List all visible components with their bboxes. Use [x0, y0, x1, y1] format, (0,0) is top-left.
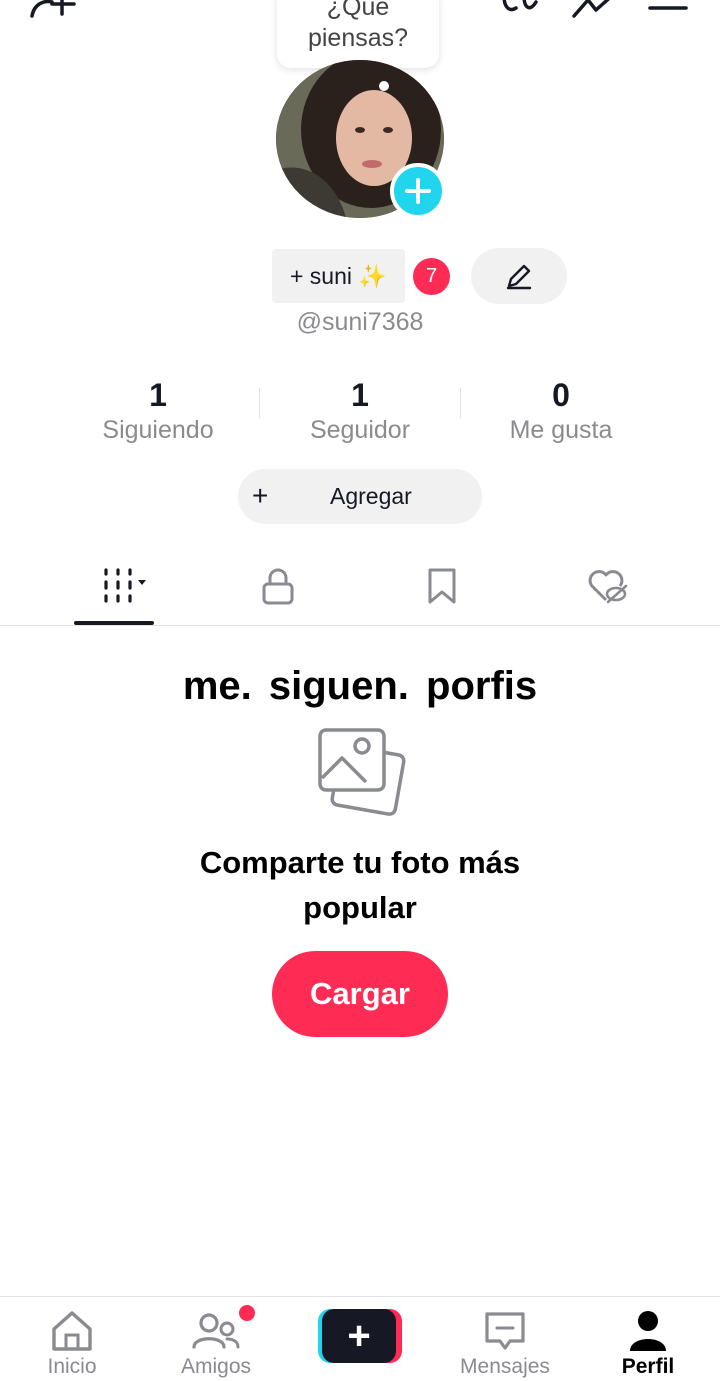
stat-followers-label: Seguidor — [309, 416, 411, 444]
person-add-icon[interactable] — [28, 0, 78, 25]
pencil-icon — [506, 264, 532, 290]
nav-friends[interactable]: Amigos — [161, 1297, 271, 1381]
stat-followers-value: 1 — [351, 377, 369, 413]
stat-followers[interactable]: 1 Seguidor — [280, 376, 440, 446]
stat-following[interactable]: 1 Siguiendo — [88, 376, 228, 446]
stat-likes[interactable]: 0 Me gusta — [490, 376, 632, 446]
stat-likes-value: 0 — [552, 377, 570, 413]
empty-state-title: Comparte tu foto más popular — [199, 845, 521, 925]
home-icon — [52, 1311, 92, 1351]
stat-following-value: 1 — [149, 377, 167, 413]
display-name: + suni ✨ — [289, 262, 388, 289]
profile-icon — [630, 1311, 666, 1351]
lock-icon — [262, 568, 294, 605]
edit-profile-button[interactable] — [471, 248, 567, 304]
menu-icon[interactable] — [648, 0, 688, 19]
tab-private[interactable] — [238, 556, 318, 616]
thought-bubble[interactable]: ¿Qué piensas? — [277, 0, 439, 68]
grid-icon — [104, 568, 146, 603]
username-handle: @suni7368 — [296, 308, 424, 336]
friends-notification-dot — [239, 1305, 255, 1321]
friends-icon — [192, 1313, 240, 1349]
add-bio-plus: + — [252, 480, 269, 511]
stat-likes-label: Me gusta — [509, 416, 613, 444]
stat-following-label: Siguiendo — [102, 416, 214, 444]
nav-profile[interactable]: Perfil — [593, 1297, 703, 1381]
bookmark-icon — [428, 568, 456, 604]
nav-friends-label: Amigos — [180, 1355, 252, 1378]
liked-heart-icon — [588, 570, 628, 604]
trending-up-icon[interactable] — [570, 0, 618, 25]
nav-messages[interactable]: Mensajes — [450, 1297, 560, 1381]
stat-divider — [259, 388, 260, 418]
photos-icon — [314, 726, 406, 821]
plus-icon — [405, 178, 431, 204]
upload-button[interactable]: Cargar — [272, 951, 448, 1037]
add-bio-button[interactable]: + Agregar — [238, 469, 482, 524]
add-avatar-button[interactable] — [390, 163, 446, 219]
bubble-line-2: piensas? — [307, 24, 409, 52]
tab-videos[interactable] — [76, 556, 156, 616]
glasses-icon[interactable] — [500, 0, 540, 23]
nav-messages-label: Mensajes — [460, 1355, 550, 1378]
notification-badge[interactable]: 7 — [413, 258, 450, 295]
add-bio-label: Agregar — [330, 483, 412, 509]
create-plus: + — [322, 1309, 396, 1363]
profile-bio: me. siguen. porfis — [182, 664, 538, 708]
nav-profile-label: Perfil — [621, 1355, 675, 1378]
tab-liked[interactable] — [566, 556, 646, 616]
create-button[interactable]: + — [318, 1309, 402, 1363]
stat-divider — [460, 388, 461, 418]
nav-home[interactable]: Inicio — [17, 1297, 127, 1381]
bubble-line-1: ¿Qué — [326, 0, 390, 21]
message-icon — [485, 1312, 525, 1350]
nav-home-label: Inicio — [47, 1355, 97, 1378]
bottom-nav: Inicio Amigos + Mensajes Perfil — [0, 1296, 720, 1381]
tabs-divider — [0, 625, 720, 626]
display-name-chip[interactable]: + suni ✨ — [272, 249, 405, 303]
tab-saved[interactable] — [402, 556, 482, 616]
